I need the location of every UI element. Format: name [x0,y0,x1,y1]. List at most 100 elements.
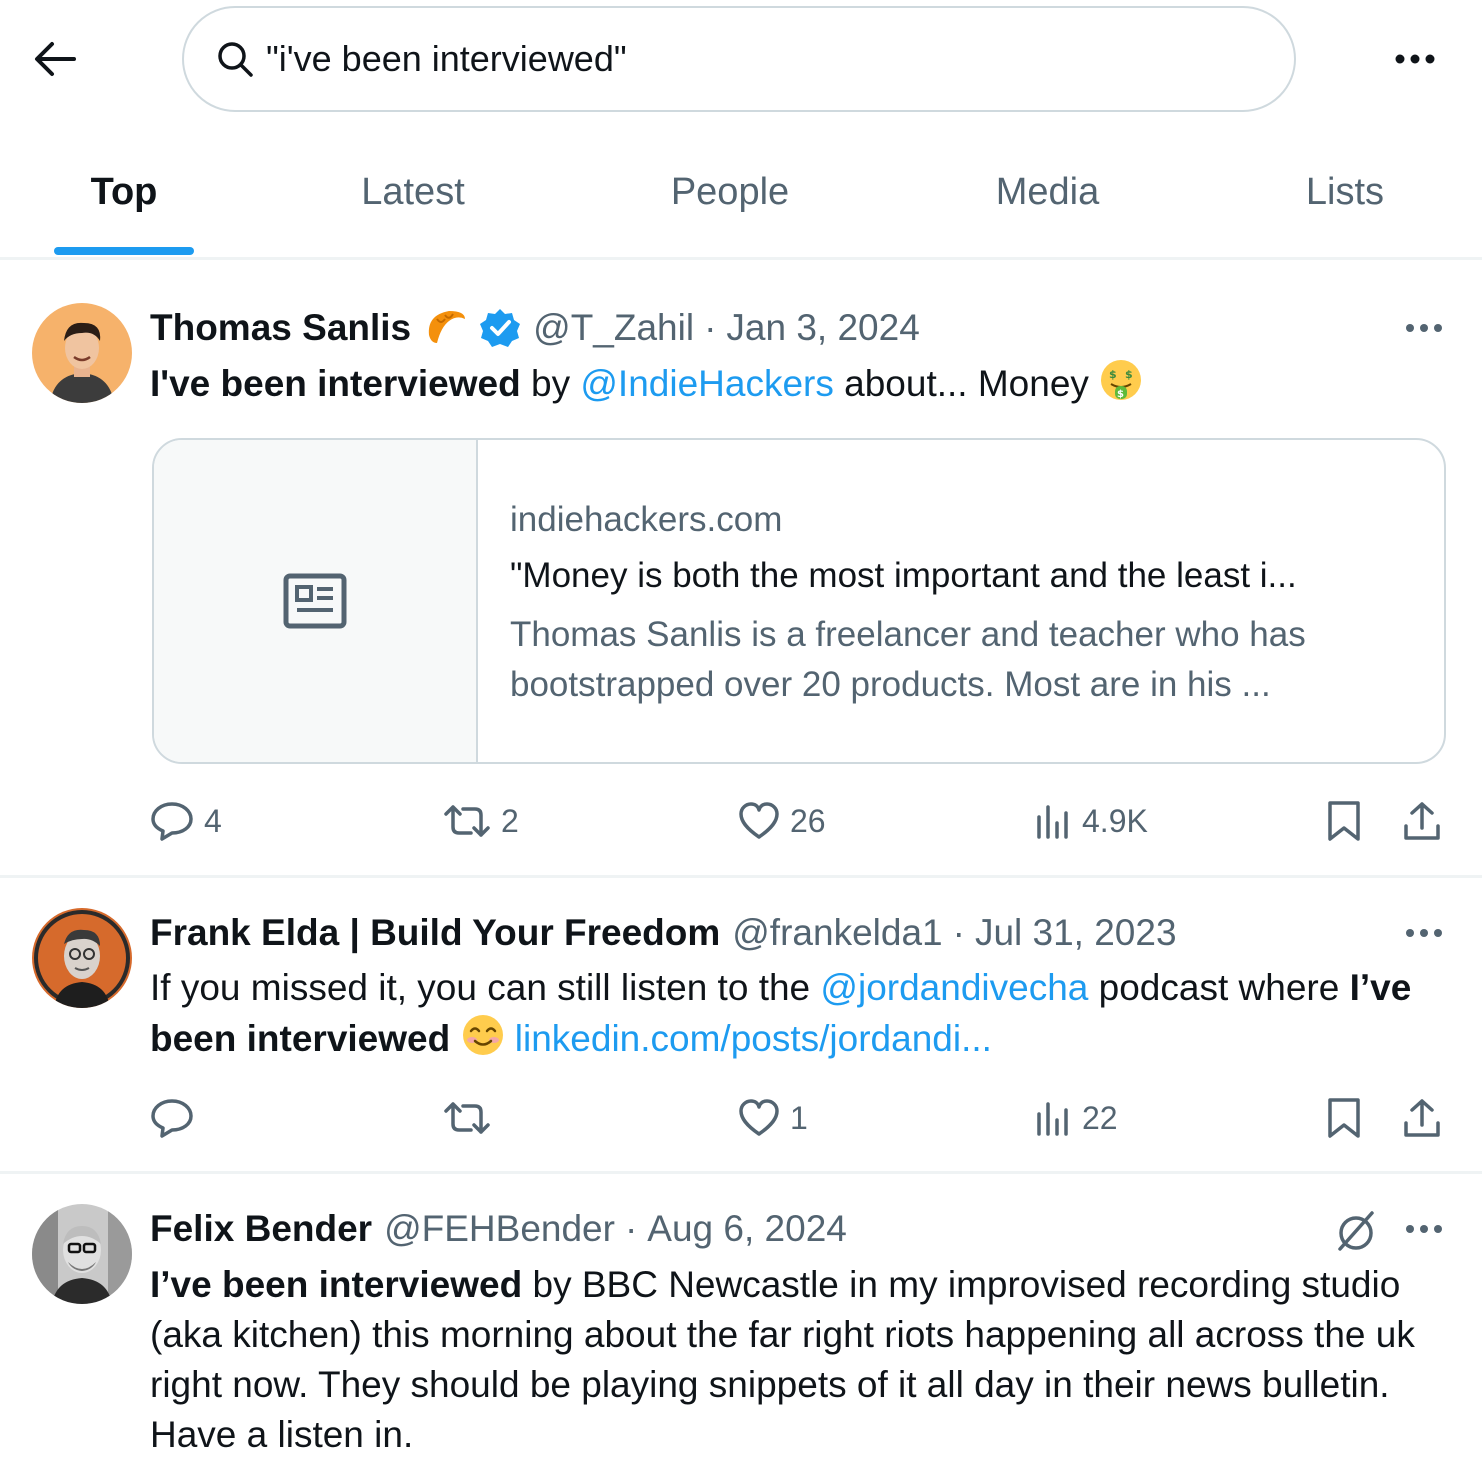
repost-count: 2 [501,802,519,839]
like-button[interactable]: 26 [738,791,826,851]
mention-link[interactable]: @IndieHackers [580,363,834,404]
tweet-text-part: about... Money [833,363,1100,404]
grok-button[interactable] [1330,1206,1382,1256]
tweet-actions: 4 2 26 4.9K [0,791,1482,851]
tweet-actions: 1 22 [0,1088,1482,1148]
heart-icon [739,1099,779,1136]
tab-latest[interactable]: Latest [338,128,488,256]
grok-icon [1338,1211,1374,1251]
search-input[interactable] [266,38,1246,80]
croissant-icon [423,305,469,351]
back-button[interactable] [24,30,86,88]
tweet-date[interactable]: Jan 3, 2024 [726,307,919,349]
tweet-date[interactable]: Aug 6, 2024 [647,1208,847,1250]
analytics-icon [1037,1102,1068,1136]
mention-link[interactable]: @jordandivecha [820,967,1088,1008]
tweet-text: I’ve been interviewed by BBC Newcastle i… [150,1260,1450,1460]
card-domain: indiehackers.com [510,500,783,539]
repost-button[interactable] [443,1088,501,1148]
tweet-more-button[interactable] [1396,913,1452,953]
separator-dot: · [704,307,717,348]
like-button[interactable]: 1 [738,1088,808,1148]
search-bar[interactable] [182,6,1296,112]
tweet-text-part: by [520,363,581,404]
tab-media[interactable]: Media [975,128,1120,256]
more-options-button[interactable] [1380,34,1450,84]
reply-icon [151,802,193,841]
tweet-text-part: If you missed it, you can still listen t… [150,967,821,1008]
tweet[interactable]: Thomas Sanlis @T_Zahil · Jan 3, 2024 I'v… [0,263,1482,878]
author-handle[interactable]: @FEHBender [384,1208,615,1250]
card-title: "Money is both the most important and th… [510,556,1297,595]
svg-text:$: $ [1117,389,1124,400]
reply-count: 4 [204,802,222,839]
bookmark-button[interactable] [1326,1088,1362,1148]
tweet[interactable]: Frank Elda | Build Your Freedom @frankel… [0,878,1482,1174]
repost-icon [444,1102,490,1134]
share-button[interactable] [1402,1088,1442,1148]
heart-icon [739,802,779,839]
view-count: 4.9K [1082,802,1148,839]
avatar[interactable] [32,303,132,403]
like-count: 26 [790,802,826,839]
author-name[interactable]: Frank Elda | Build Your Freedom [150,912,720,954]
highlighted-query: I've been interviewed [150,363,521,404]
share-icon [1404,802,1440,840]
tweet[interactable]: Felix Bender @FEHBender · Aug 6, 2024 I’… [0,1174,1482,1472]
search-icon [216,39,256,79]
tweet-more-button[interactable] [1396,1209,1452,1249]
tweet-text: If you missed it, you can still listen t… [150,963,1450,1064]
share-button[interactable] [1402,791,1442,851]
card-description: Thomas Sanlis is a freelancer and teache… [510,615,1306,704]
reply-icon [151,1099,193,1138]
link-preview-card[interactable]: indiehackers.com "Money is both the most… [152,438,1446,764]
reply-button[interactable] [150,1088,204,1148]
tweet-header: Thomas Sanlis @T_Zahil · Jan 3, 2024 [150,303,920,353]
author-handle[interactable]: @frankelda1 [732,912,942,954]
repost-icon [444,805,490,837]
more-icon [1406,1225,1442,1233]
views-button[interactable]: 4.9K [1036,791,1148,851]
tweet-header: Frank Elda | Build Your Freedom @frankel… [150,908,1177,958]
view-count: 22 [1082,1099,1118,1136]
more-icon [1406,929,1442,937]
card-thumbnail [154,440,478,762]
like-count: 1 [790,1099,808,1136]
share-icon [1404,1099,1440,1137]
tweet-text: I've been interviewed by @IndieHackers a… [150,358,1450,409]
verified-badge-icon [479,307,521,349]
reply-button[interactable]: 4 [150,791,222,851]
repost-button[interactable]: 2 [443,791,519,851]
search-header [0,0,1482,120]
more-icon [1395,54,1435,64]
bookmark-icon [1328,1098,1360,1138]
article-icon [283,573,347,629]
separator-dot: · [952,912,965,953]
bookmark-icon [1328,801,1360,841]
url-link[interactable]: linkedin.com/posts/jordandi... [515,1018,992,1059]
active-tab-indicator [54,247,194,255]
tab-people[interactable]: People [655,128,805,256]
views-button[interactable]: 22 [1036,1088,1118,1148]
highlighted-query: I’ve been interviewed [150,1264,523,1305]
tweet-text-part: podcast where [1088,967,1350,1008]
separator-dot: · [624,1208,638,1249]
search-tabs: Top Latest People Media Lists [0,128,1482,260]
tweet-more-button[interactable] [1396,308,1452,348]
avatar[interactable] [32,1204,132,1304]
avatar[interactable] [32,908,132,1008]
bookmark-button[interactable] [1326,791,1362,851]
more-icon [1406,324,1442,332]
tab-lists[interactable]: Lists [1290,128,1400,256]
author-name[interactable]: Felix Bender [150,1208,372,1250]
arrow-left-icon [35,42,76,76]
analytics-icon [1037,805,1068,839]
tab-top[interactable]: Top [54,128,194,256]
svg-text:$: $ [1109,368,1117,381]
author-handle[interactable]: @T_Zahil [533,307,694,349]
money-mouth-face-icon: $ $ $ [1099,358,1143,402]
svg-text:$: $ [1125,368,1133,381]
author-name[interactable]: Thomas Sanlis [150,307,411,349]
tweet-date[interactable]: Jul 31, 2023 [975,912,1177,954]
smiling-face-icon [461,1013,505,1057]
